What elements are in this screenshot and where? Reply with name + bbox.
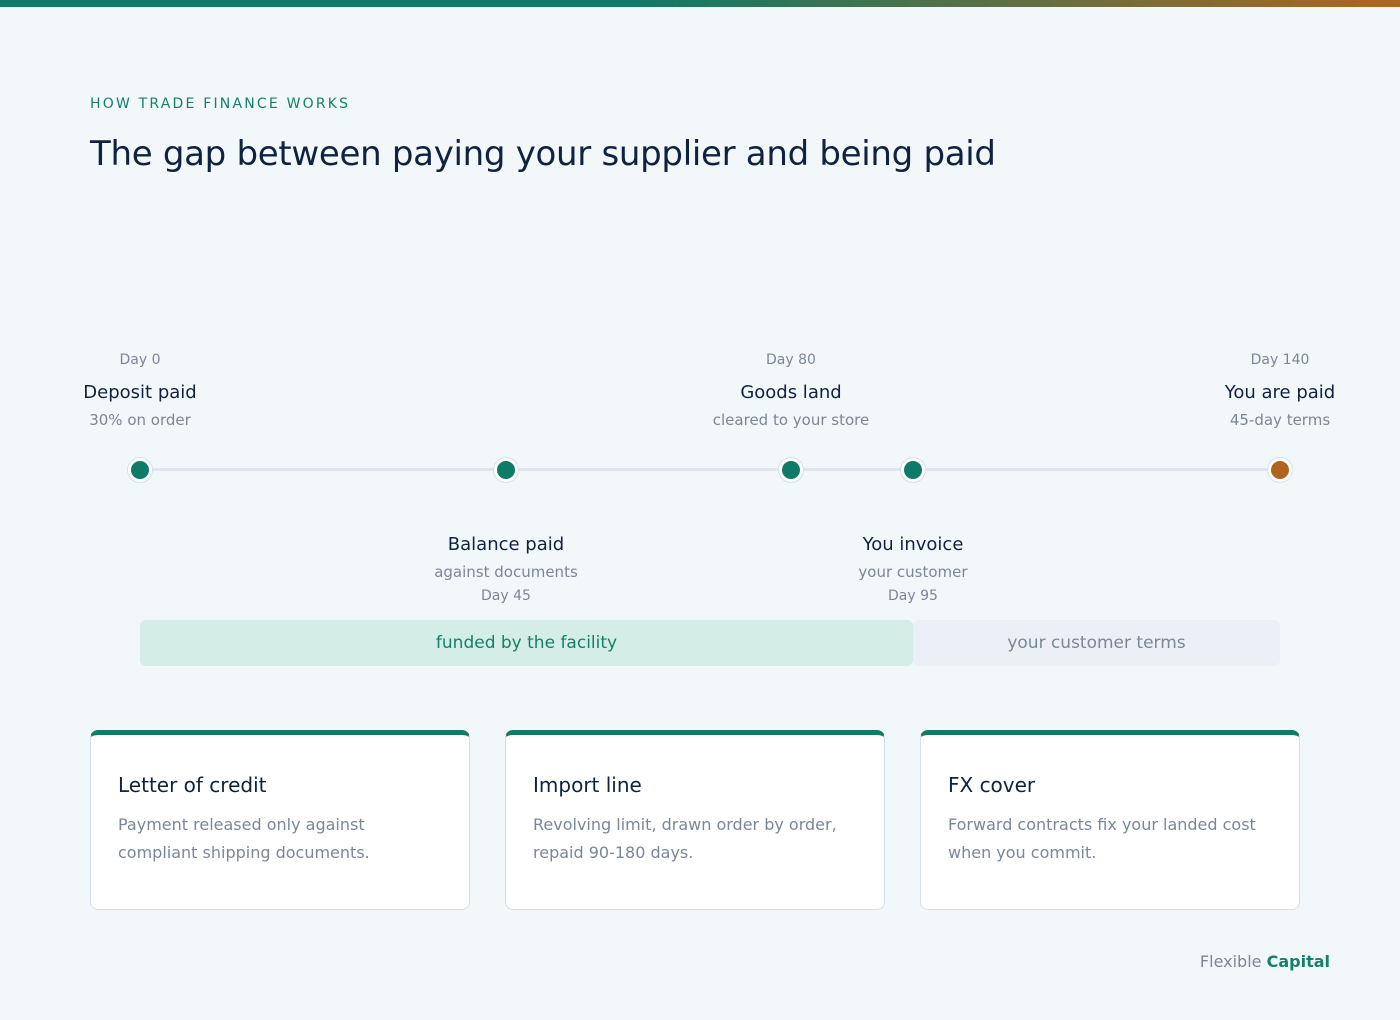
milestone-day: Day 140 — [1250, 352, 1310, 368]
milestone-deposit: Day 0 Deposit paid 30% on order — [20, 0, 260, 429]
milestone-dot-balance — [494, 458, 518, 482]
milestone-title: You invoice — [862, 534, 964, 555]
customer-terms-band: your customer terms — [913, 620, 1280, 666]
card-title: FX cover — [948, 773, 1036, 797]
milestone-paid: Day 140 You are paid 45-day terms — [1160, 0, 1400, 429]
card-fx-cover: FX cover Forward contracts fix your land… — [920, 730, 1300, 910]
milestone-dot-deposit — [128, 458, 152, 482]
card-title: Letter of credit — [118, 773, 267, 797]
funded-band: funded by the facility — [140, 620, 913, 666]
milestone-title: You are paid — [1224, 382, 1336, 403]
card-body: Forward contracts fix your landed cost w… — [948, 815, 1256, 862]
brand-logo: Flexible Capital — [1200, 952, 1330, 971]
milestone-day: Day 45 — [481, 588, 531, 604]
milestone-title: Deposit paid — [83, 382, 197, 403]
card-letter-of-credit: Letter of credit Payment released only a… — [90, 730, 470, 910]
milestone-subtitle: 30% on order — [89, 411, 191, 429]
milestone-dot-paid — [1268, 458, 1292, 482]
milestone-subtitle: 45-day terms — [1229, 411, 1331, 429]
card-title: Import line — [533, 773, 642, 797]
milestone-subtitle: cleared to your store — [712, 411, 870, 429]
milestone-day: Day 80 — [766, 352, 816, 368]
brand-name-part2: Capital — [1266, 952, 1330, 971]
milestone-dot-goods-land — [779, 458, 803, 482]
card-body: Payment released only against compliant … — [118, 815, 370, 862]
milestone-dot-invoice — [901, 458, 925, 482]
milestone-goods-land: Day 80 Goods land cleared to your store — [671, 0, 911, 429]
milestone-subtitle: against documents — [434, 563, 578, 581]
timeline-track — [140, 468, 1280, 471]
milestone-subtitle: your customer — [858, 563, 968, 581]
milestone-title: Balance paid — [447, 534, 565, 555]
milestone-day: Day 95 — [888, 588, 938, 604]
brand-name-part1: Flexible — [1199, 952, 1262, 971]
milestone-day: Day 0 — [119, 352, 161, 368]
card-body: Revolving limit, drawn order by order, r… — [533, 815, 837, 862]
card-import-line: Import line Revolving limit, drawn order… — [505, 730, 885, 910]
milestone-title: Goods land — [740, 382, 842, 403]
